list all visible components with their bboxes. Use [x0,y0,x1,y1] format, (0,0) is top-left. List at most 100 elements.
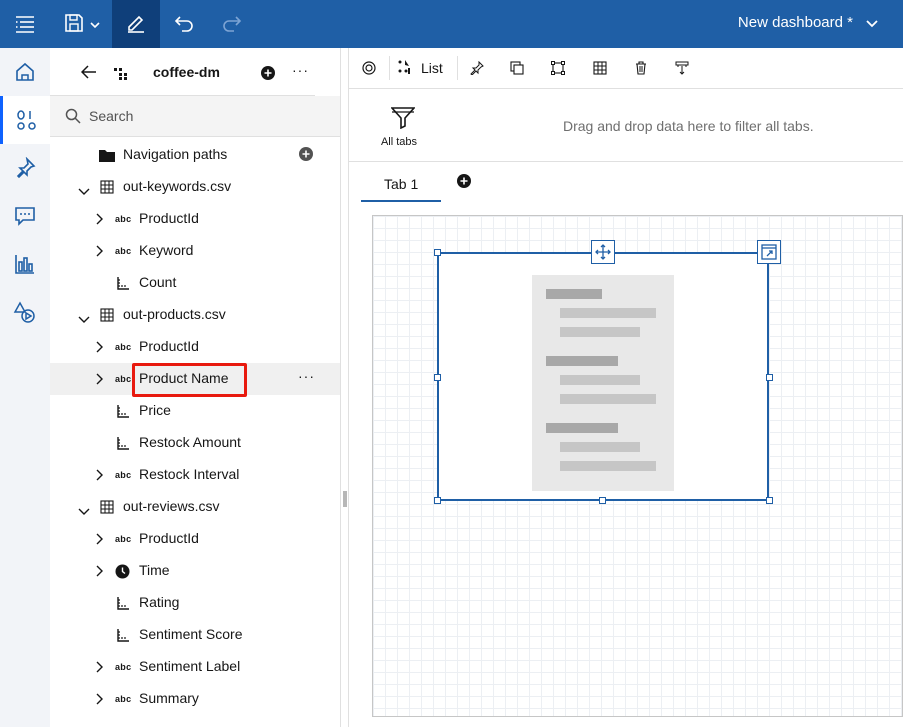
pin-icon[interactable] [0,144,50,192]
tree-row-column[interactable]: Time [50,555,340,587]
navigation-paths-label: Navigation paths [123,146,228,162]
group-icon[interactable] [546,48,570,88]
filter-icon [387,107,419,132]
placeholder-bar [560,308,656,318]
resize-handle[interactable] [766,497,773,504]
left-rail [0,48,51,727]
home-icon[interactable] [0,48,50,96]
chevron-down-icon[interactable] [78,182,90,198]
tree-row-column[interactable]: Price [50,395,340,427]
title-chevron-down-icon[interactable] [865,16,879,32]
resize-handle[interactable] [434,497,441,504]
chevron-right-icon[interactable] [95,564,103,580]
move-icon[interactable] [591,240,615,264]
search-icon [65,108,81,127]
tree-row-column[interactable]: Restock Amount [50,427,340,459]
theme-icon[interactable] [357,48,381,88]
tree-row-column[interactable]: abc Summary [50,683,340,715]
add-tab-icon[interactable] [457,174,471,191]
delete-icon[interactable] [629,48,653,88]
search-input[interactable]: Search [89,108,133,124]
tab-strip: Tab 1 [349,162,903,204]
edit-icon [125,12,147,37]
add-source-icon[interactable] [261,66,275,83]
tree-row-column[interactable]: abc ProductId [50,203,340,235]
undo-icon [173,14,195,35]
move-to-back-icon[interactable] [670,48,694,88]
tree-row-table[interactable]: out-keywords.csv [50,171,340,203]
resize-handle[interactable] [766,374,773,381]
chevron-right-icon[interactable] [95,692,103,708]
tree-row-column[interactable]: Sentiment Score [50,619,340,651]
filter-drop-hint: Drag and drop data here to filter all ta… [563,118,814,134]
tab-1[interactable]: Tab 1 [361,162,441,202]
tree-row-navigation-paths[interactable]: Navigation paths [50,139,340,171]
tree-row-column[interactable]: abc ProductId [50,331,340,363]
save-icon [64,13,84,36]
back-arrow-icon[interactable] [80,65,97,82]
change-visualization-icon [397,59,413,78]
chevron-right-icon[interactable] [95,372,103,388]
visualizations-icon[interactable] [0,240,50,288]
all-tabs-label: All tabs [380,136,418,148]
focus-mode-icon[interactable] [757,240,781,264]
resize-handle[interactable] [434,374,441,381]
resize-handle[interactable] [599,497,606,504]
list-visualization-button[interactable]: List [397,48,449,88]
redo-button[interactable] [208,0,256,48]
data-table-icon[interactable] [588,48,612,88]
dashboard-title[interactable]: New dashboard * [738,14,853,31]
tree-row-column[interactable]: abc Restock Interval [50,459,340,491]
tree-row-column[interactable]: abc ProductId [50,523,340,555]
table-name: out-reviews.csv [123,498,220,514]
tree-row-column[interactable]: abc Keyword [50,235,340,267]
row-overflow-menu[interactable]: ··· [298,368,315,384]
duplicate-icon[interactable] [505,48,529,88]
list-label: List [421,60,443,76]
chevron-right-icon[interactable] [95,340,103,356]
widgets-icon[interactable] [0,288,50,336]
text-type-icon: abc [115,342,132,352]
column-name: Keyword [139,242,194,258]
tree-row-column[interactable]: Rating [50,587,340,619]
table-icon [100,500,114,517]
add-path-icon[interactable] [299,147,313,164]
chevron-right-icon[interactable] [95,468,103,484]
toolbar-divider [457,56,458,80]
placeholder-bar [546,356,618,366]
chevron-right-icon[interactable] [95,660,103,676]
tree-row-column[interactable]: abc Sentiment Label [50,651,340,683]
tree-row-table[interactable]: out-reviews.csv [50,491,340,523]
data-sources-icon[interactable] [0,96,50,144]
splitter-grip-icon[interactable] [343,491,347,507]
panel-splitter[interactable] [340,48,349,727]
source-name: coffee-dm [153,64,220,80]
chat-icon[interactable] [0,192,50,240]
pin-widget-icon[interactable] [465,48,489,88]
resize-handle[interactable] [434,249,441,256]
chevron-right-icon[interactable] [95,244,103,260]
chevron-right-icon[interactable] [95,532,103,548]
search-box[interactable]: Search [50,96,340,137]
placeholder-bar [546,289,602,299]
chevron-down-icon[interactable] [78,310,90,326]
chevron-right-icon[interactable] [95,212,103,228]
highlight-box [132,363,247,397]
tree-row-table[interactable]: out-products.csv [50,299,340,331]
placeholder-bar [546,423,618,433]
save-button[interactable] [56,0,108,48]
chevron-down-icon[interactable] [78,502,90,518]
menu-icon[interactable] [0,0,50,48]
edit-button[interactable] [112,0,160,48]
chevron-down-icon [90,16,100,32]
tree-row-column[interactable]: Count [50,267,340,299]
table-icon [100,308,114,325]
data-module-icon [114,67,128,83]
all-tabs-filter[interactable]: All tabs [379,107,419,148]
undo-button[interactable] [160,0,208,48]
text-type-icon: abc [115,246,132,256]
text-type-icon: abc [115,694,132,704]
text-type-icon: abc [115,534,132,544]
text-type-icon: abc [115,470,132,480]
panel-overflow-menu[interactable]: ··· [292,62,309,78]
